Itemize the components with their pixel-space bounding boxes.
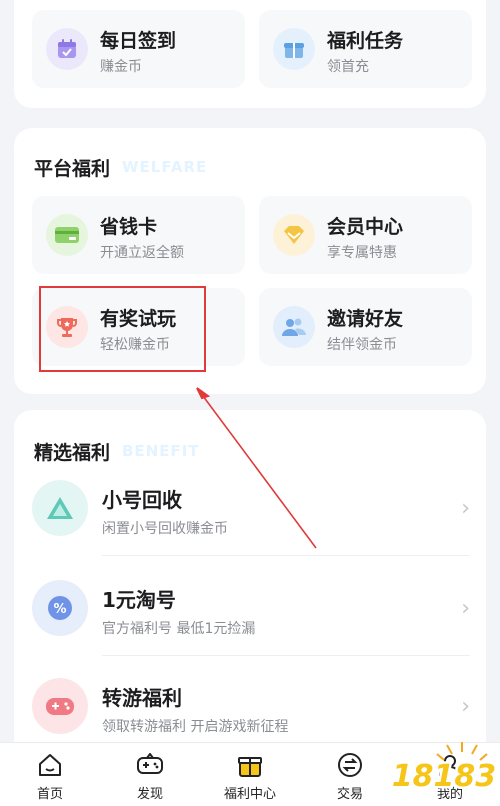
tab-home-label: 首页 bbox=[36, 787, 63, 802]
member-center-title: 会员中心 bbox=[327, 216, 404, 238]
diamond-icon bbox=[273, 214, 315, 256]
home-icon bbox=[0, 749, 100, 781]
savings-card-tile[interactable]: 省钱卡 开通立返全额 bbox=[32, 196, 245, 274]
selected-ghost-text: BENEFIT bbox=[122, 442, 200, 460]
welfare-task-tile[interactable]: 福利任务 领首充 bbox=[259, 10, 472, 88]
friends-icon bbox=[273, 306, 315, 348]
chevron-right-icon: › bbox=[461, 694, 470, 719]
top-welfare-card: 每日签到 赚金币 福利任务 领首充 bbox=[14, 0, 486, 108]
one-yuan-account-subtitle: 官方福利号 最低1元捡漏 bbox=[102, 621, 256, 637]
platform-ghost-text: WELFARE bbox=[122, 158, 208, 176]
divider bbox=[102, 555, 470, 556]
list-item-account-recycle[interactable]: 小号回收 闲置小号回收赚金币 › bbox=[14, 462, 486, 560]
invite-friends-tile[interactable]: 邀请好友 结伴领金币 bbox=[259, 288, 472, 366]
watermark-logo: 18183 bbox=[389, 738, 499, 804]
welfare-task-title: 福利任务 bbox=[327, 30, 404, 52]
game-transfer-subtitle: 领取转游福利 开启游戏新征程 bbox=[102, 719, 289, 735]
svg-text:18183: 18183 bbox=[392, 759, 496, 794]
game-transfer-title: 转游福利 bbox=[102, 686, 182, 710]
invite-friends-subtitle: 结伴领金币 bbox=[327, 337, 397, 353]
highlight-box bbox=[39, 286, 206, 372]
savings-card-title: 省钱卡 bbox=[100, 216, 158, 238]
list-item-one-yuan-account[interactable]: % 1元淘号 官方福利号 最低1元捡漏 › bbox=[14, 562, 486, 660]
welfare-task-subtitle: 领首充 bbox=[327, 59, 369, 75]
daily-checkin-tile[interactable]: 每日签到 赚金币 bbox=[32, 10, 245, 88]
tab-trade[interactable]: 交易 bbox=[300, 749, 400, 806]
selected-welfare-title: 精选福利 bbox=[34, 442, 111, 464]
account-recycle-subtitle: 闲置小号回收赚金币 bbox=[102, 521, 228, 537]
calendar-icon bbox=[46, 28, 88, 70]
member-center-tile[interactable]: 会员中心 享专属特惠 bbox=[259, 196, 472, 274]
chevron-right-icon: › bbox=[461, 596, 470, 621]
daily-checkin-title: 每日签到 bbox=[100, 30, 177, 52]
gift-icon bbox=[273, 28, 315, 70]
daily-checkin-subtitle: 赚金币 bbox=[100, 59, 142, 75]
divider bbox=[102, 655, 470, 656]
platform-welfare-title: 平台福利 bbox=[34, 158, 111, 180]
exchange-icon bbox=[300, 749, 400, 781]
savings-card-subtitle: 开通立返全额 bbox=[100, 245, 184, 261]
tab-welfare-center-label: 福利中心 bbox=[223, 787, 276, 802]
tab-discover-label: 发现 bbox=[136, 787, 163, 802]
tab-welfare-center[interactable]: 福利中心 bbox=[200, 749, 300, 806]
discount-icon: % bbox=[32, 580, 88, 636]
gamepad-icon bbox=[32, 678, 88, 734]
svg-text:%: % bbox=[53, 602, 66, 617]
one-yuan-account-title: 1元淘号 bbox=[102, 588, 176, 612]
member-center-subtitle: 享专属特惠 bbox=[327, 245, 397, 261]
card-icon bbox=[46, 214, 88, 256]
chevron-right-icon: › bbox=[461, 496, 470, 521]
recycle-icon bbox=[32, 480, 88, 536]
gift-box-icon bbox=[200, 749, 300, 781]
tab-home[interactable]: 首页 bbox=[0, 749, 100, 806]
gamepad-icon bbox=[100, 749, 200, 781]
account-recycle-title: 小号回收 bbox=[102, 488, 182, 512]
tab-trade-label: 交易 bbox=[336, 787, 363, 802]
tab-discover[interactable]: 发现 bbox=[100, 749, 200, 806]
invite-friends-title: 邀请好友 bbox=[327, 308, 404, 330]
